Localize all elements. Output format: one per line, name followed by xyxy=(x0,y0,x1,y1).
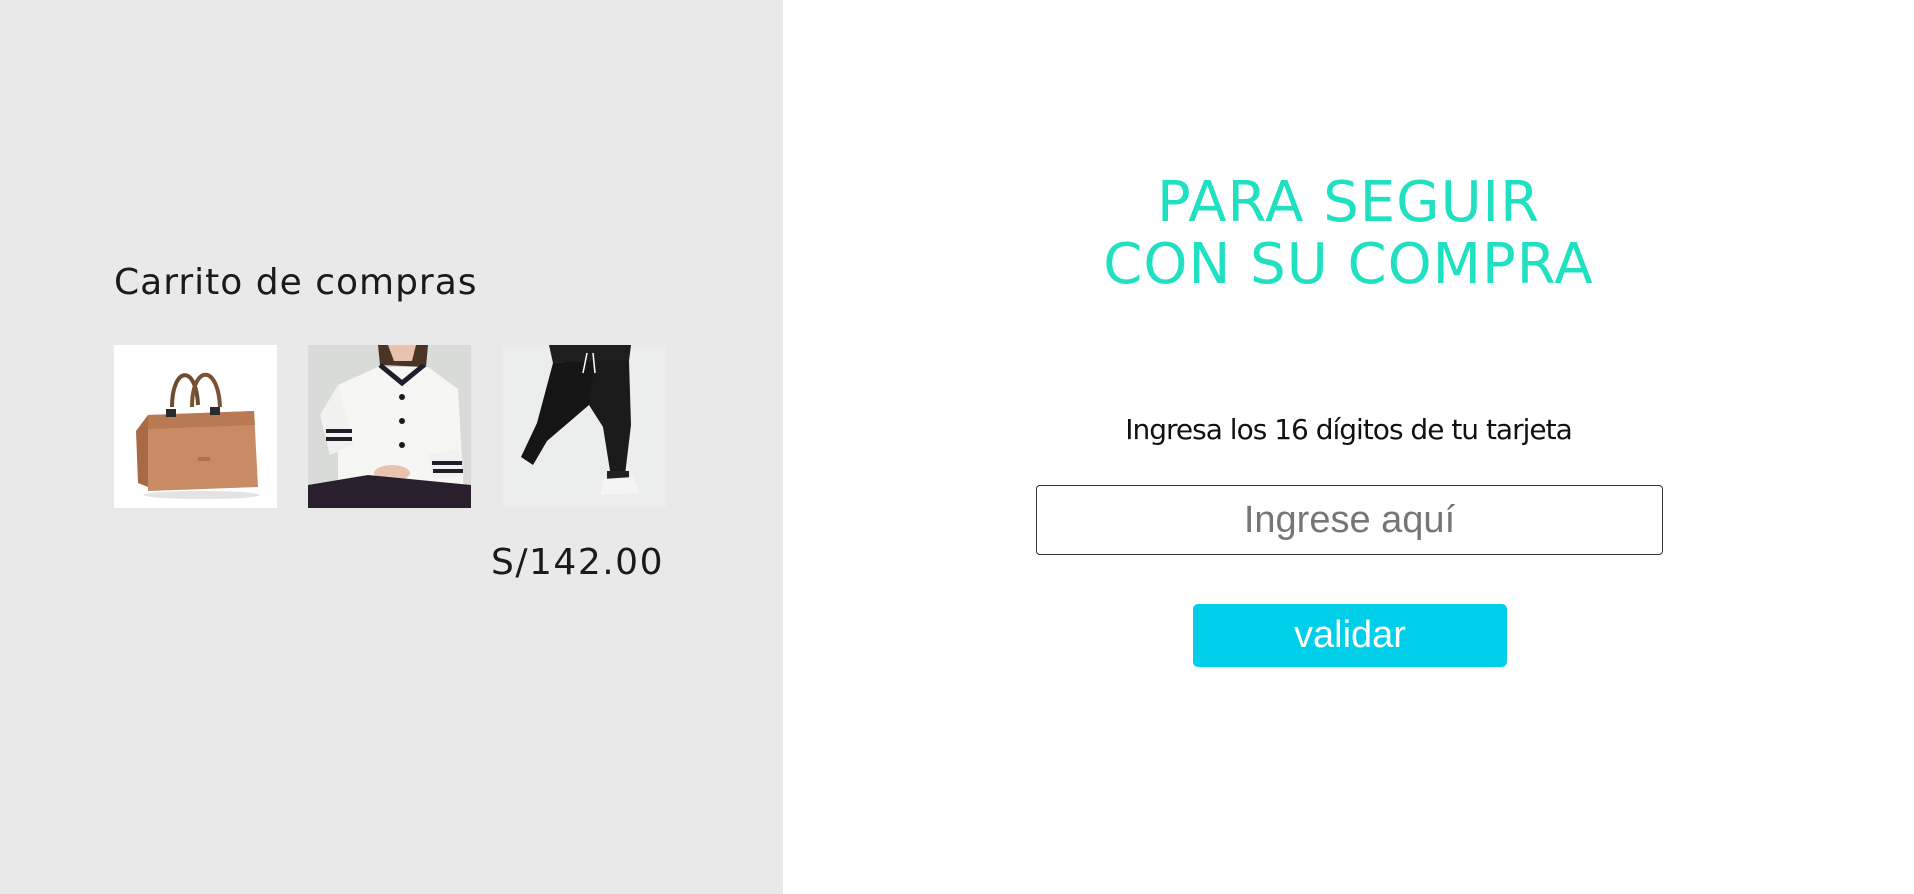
cart-total: S/142.00 xyxy=(491,542,664,583)
white-blouse-image xyxy=(308,345,471,508)
checkout-headline: PARA SEGUIR CON SU COMPRA xyxy=(783,172,1914,296)
cart-panel: Carrito de compras S/142.00 xyxy=(0,0,783,894)
checkout-panel: PARA SEGUIR CON SU COMPRA Ingresa los 16… xyxy=(783,0,1914,894)
headline-line-2: CON SU COMPRA xyxy=(1103,232,1594,297)
black-pants-image xyxy=(503,345,666,508)
cart-item-blouse[interactable] xyxy=(308,345,471,508)
card-number-input[interactable] xyxy=(1036,485,1663,555)
cart-item-handbag[interactable] xyxy=(114,345,277,508)
headline-line-1: PARA SEGUIR xyxy=(1157,170,1540,235)
validate-button[interactable]: validar xyxy=(1193,604,1507,667)
cart-title: Carrito de compras xyxy=(114,262,478,303)
card-prompt-label: Ingresa los 16 dígitos de tu tarjeta xyxy=(1125,413,1573,446)
handbag-image xyxy=(114,345,277,508)
cart-item-pants[interactable] xyxy=(503,345,666,508)
